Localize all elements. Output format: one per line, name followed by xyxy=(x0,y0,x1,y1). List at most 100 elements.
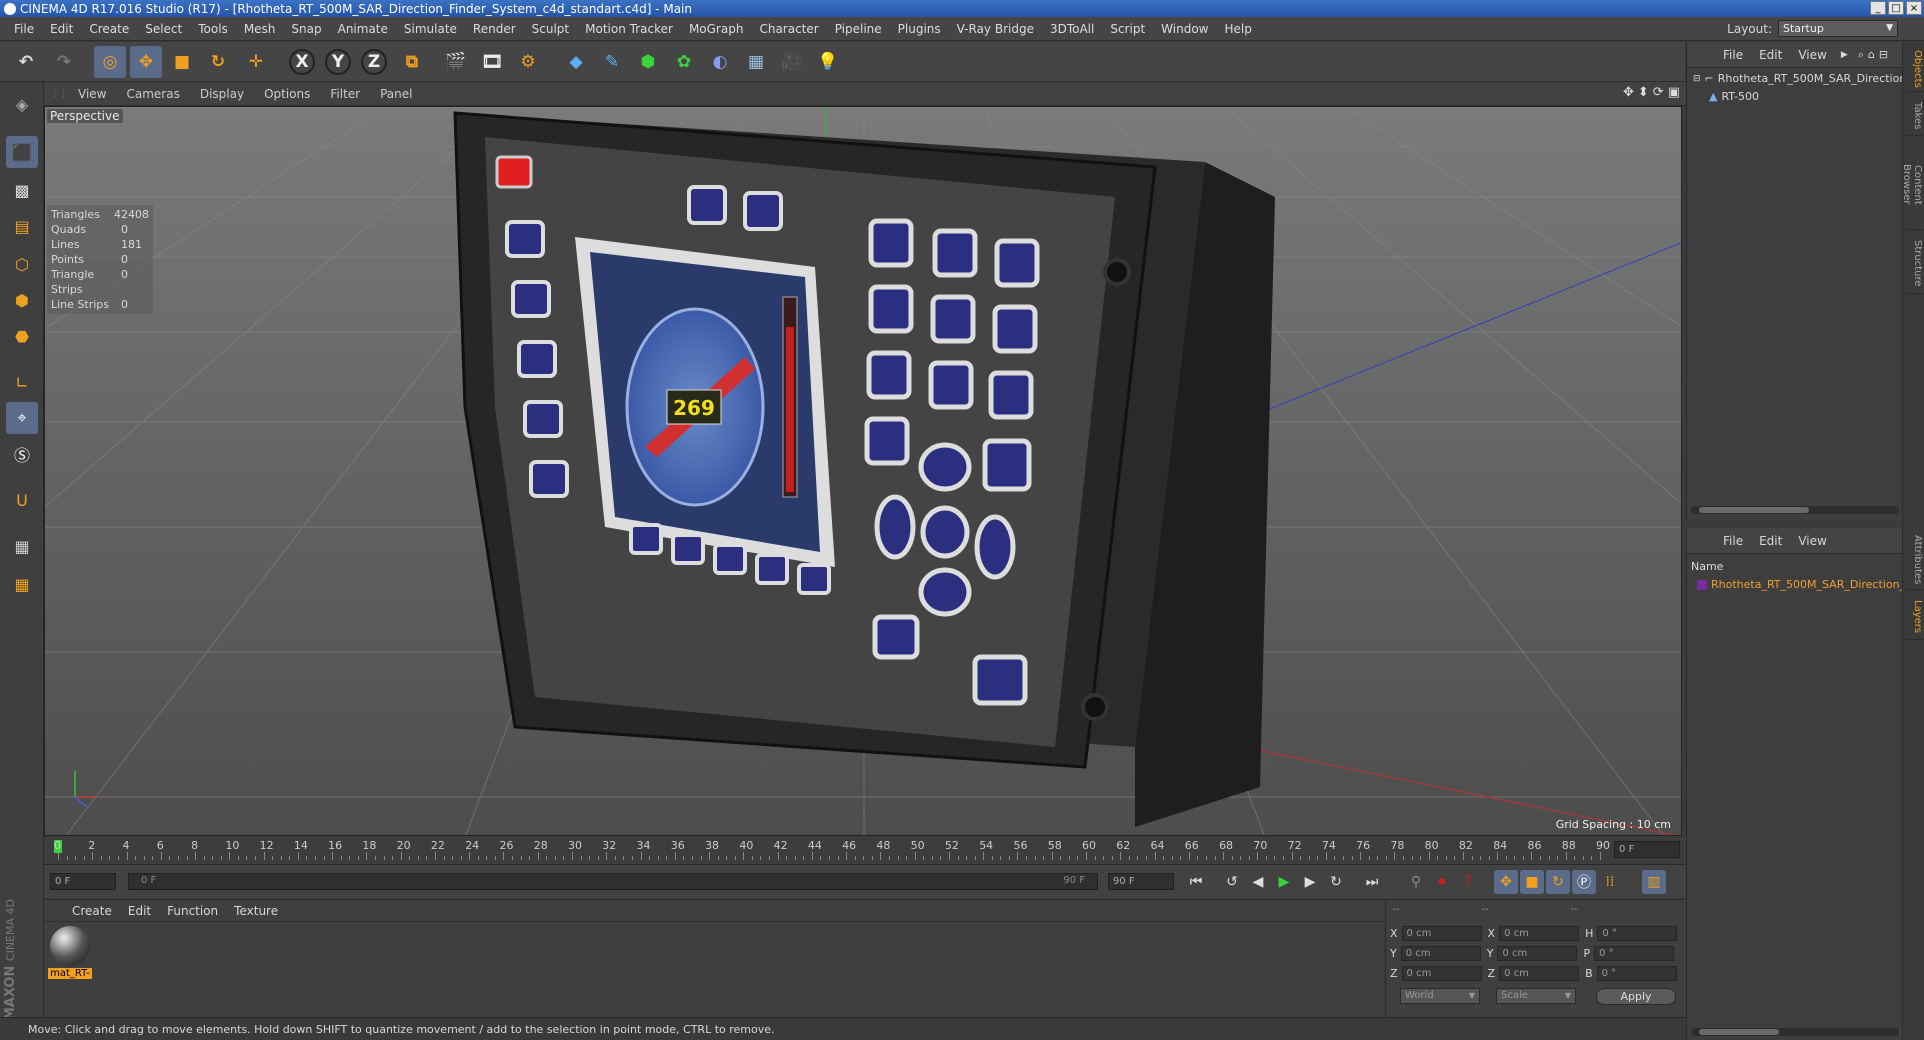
keyframe-selection-icon[interactable]: ⚲ xyxy=(1404,870,1428,894)
menu-3dtoall[interactable]: 3DToAll xyxy=(1042,22,1102,36)
make-editable-icon[interactable]: ◈ xyxy=(6,88,38,120)
apply-button[interactable]: Apply xyxy=(1596,988,1676,1005)
render-picture-viewer-icon[interactable]: 🎞 xyxy=(476,46,508,78)
rotation-p-field[interactable]: 0 ° xyxy=(1594,946,1675,961)
close-button[interactable]: × xyxy=(1906,1,1922,15)
layer-menu-edit[interactable]: Edit xyxy=(1751,534,1790,548)
object-menu-edit[interactable]: Edit xyxy=(1751,48,1790,62)
menu-tools[interactable]: Tools xyxy=(190,22,236,36)
layer-menu-view[interactable]: View xyxy=(1790,534,1834,548)
material-menu-create[interactable]: Create xyxy=(64,904,120,918)
position-y-field[interactable]: 0 cm xyxy=(1400,946,1481,961)
object-menu-view[interactable]: View xyxy=(1790,48,1834,62)
subdivision-icon[interactable]: ⬢ xyxy=(632,46,664,78)
menu-select[interactable]: Select xyxy=(137,22,190,36)
menu-plugins[interactable]: Plugins xyxy=(890,22,949,36)
key-pla-icon[interactable]: ⁞⁞ xyxy=(1598,870,1622,894)
toggle-panel-icon[interactable]: ▣ xyxy=(1668,85,1680,100)
object-tree-item-child[interactable]: ▲ RT-500 xyxy=(1709,90,1759,103)
home-icon[interactable]: ⌂ xyxy=(1868,48,1875,61)
dolly-icon[interactable]: ⬍ xyxy=(1638,85,1649,100)
tab-attributes[interactable]: Attributes xyxy=(1905,530,1923,590)
layout-dropdown[interactable]: Startup ▼ xyxy=(1778,20,1898,37)
pan-icon[interactable]: ✥ xyxy=(1623,85,1634,100)
previous-frame-icon[interactable]: ◀ xyxy=(1246,870,1270,894)
end-frame-field[interactable]: 90 F xyxy=(1108,873,1174,890)
pen-icon[interactable]: ✎ xyxy=(596,46,628,78)
tweak-icon[interactable]: ⌖ xyxy=(6,402,38,434)
timeline-ruler[interactable]: 0 F 0 2 4 6 8 10 12 14 16 18 20 22 24 26 28 30 32 34 36 38 4… xyxy=(44,837,1686,863)
expand-icon[interactable]: ⊟ xyxy=(1693,74,1701,84)
transform-icon[interactable]: ✛ xyxy=(240,46,272,78)
cube-icon[interactable]: ◆ xyxy=(560,46,592,78)
camera-icon[interactable]: 🎥 xyxy=(776,46,808,78)
deformer-icon[interactable]: ◐ xyxy=(704,46,736,78)
arrow-right-icon[interactable]: ▶ xyxy=(1841,50,1848,60)
range-slider[interactable]: 0 F 90 F xyxy=(128,873,1098,890)
filter-icon[interactable]: ⊟ xyxy=(1879,48,1888,61)
size-x-field[interactable]: 0 cm xyxy=(1499,926,1580,941)
render-settings-icon[interactable]: ⚙ xyxy=(512,46,544,78)
viewport-menu-options[interactable]: Options xyxy=(254,87,320,101)
snap-icon[interactable]: Ⓢ xyxy=(6,438,38,470)
tab-structure[interactable]: Structure xyxy=(1905,234,1923,294)
rotation-b-field[interactable]: 0 ° xyxy=(1596,966,1677,981)
tab-takes[interactable]: Takes xyxy=(1905,96,1923,136)
menu-window[interactable]: Window xyxy=(1153,22,1216,36)
edges-mode-icon[interactable]: ⬢ xyxy=(6,284,38,316)
menu-mesh[interactable]: Mesh xyxy=(236,22,284,36)
menu-help[interactable]: Help xyxy=(1216,22,1259,36)
coordinate-space-dropdown[interactable]: World ▼ xyxy=(1400,988,1480,1004)
object-manager-scrollbar[interactable] xyxy=(1691,506,1899,514)
key-scale-icon[interactable]: ■ xyxy=(1520,870,1544,894)
menu-render[interactable]: Render xyxy=(465,22,524,36)
scrollbar-thumb[interactable] xyxy=(1699,507,1809,513)
menu-create[interactable]: Create xyxy=(81,22,137,36)
timeline-window-icon[interactable]: ▥ xyxy=(1642,870,1666,894)
menu-vray-bridge[interactable]: V-Ray Bridge xyxy=(949,22,1042,36)
material-slot[interactable]: mat_RT- xyxy=(48,926,92,982)
maximize-button[interactable]: □ xyxy=(1888,1,1904,15)
viewport-menu-view[interactable]: View xyxy=(68,87,116,101)
points-mode-icon[interactable]: ⬡ xyxy=(6,248,38,280)
layer-manager-scrollbar[interactable] xyxy=(1691,1028,1899,1036)
floor-icon[interactable]: ▦ xyxy=(740,46,772,78)
orbit-icon[interactable]: ⟳ xyxy=(1653,85,1664,100)
search-icon[interactable]: ⌕ xyxy=(1858,48,1864,62)
position-z-field[interactable]: 0 cm xyxy=(1401,966,1482,981)
render-view-icon[interactable]: 🎬 xyxy=(440,46,472,78)
menu-simulate[interactable]: Simulate xyxy=(396,22,465,36)
magnet-icon[interactable]: U xyxy=(6,484,38,516)
menu-animate[interactable]: Animate xyxy=(330,22,396,36)
polygons-mode-icon[interactable]: ⬣ xyxy=(6,320,38,352)
menu-edit[interactable]: Edit xyxy=(42,22,81,36)
key-position-icon[interactable]: ✥ xyxy=(1494,870,1518,894)
move-icon[interactable]: ✥ xyxy=(130,46,162,78)
y-axis-button[interactable]: Y xyxy=(322,46,354,78)
next-key-icon[interactable]: ↻ xyxy=(1324,870,1348,894)
tab-objects[interactable]: Objects xyxy=(1905,46,1923,92)
rotation-h-field[interactable]: 0 ° xyxy=(1597,926,1678,941)
lock-workplane-icon[interactable]: ▦ xyxy=(6,530,38,562)
axis-icon[interactable]: ∟ xyxy=(6,366,38,398)
menu-motion-tracker[interactable]: Motion Tracker xyxy=(577,22,681,36)
viewport-menu-filter[interactable]: Filter xyxy=(320,87,370,101)
live-selection-icon[interactable]: ◎ xyxy=(94,46,126,78)
minimize-button[interactable]: _ xyxy=(1870,1,1886,15)
material-menu-function[interactable]: Function xyxy=(159,904,226,918)
start-frame-field[interactable]: 0 F xyxy=(50,873,116,890)
menu-file[interactable]: File xyxy=(6,22,42,36)
previous-key-icon[interactable]: ↺ xyxy=(1220,870,1244,894)
texture-mode-icon[interactable]: ▩ xyxy=(6,174,38,206)
go-to-start-icon[interactable]: ⏮ xyxy=(1184,870,1208,894)
layer-menu-file[interactable]: File xyxy=(1715,534,1751,548)
material-menu-texture[interactable]: Texture xyxy=(226,904,286,918)
viewport-menu-display[interactable]: Display xyxy=(190,87,254,101)
key-parameter-icon[interactable]: Ⓟ xyxy=(1572,870,1596,894)
viewport-perspective[interactable]: 269 Perspective Triangles 42408 Quads 0 … xyxy=(44,106,1682,836)
position-x-field[interactable]: 0 cm xyxy=(1401,926,1482,941)
tab-layers[interactable]: Layers xyxy=(1905,594,1923,640)
light-icon[interactable]: 💡 xyxy=(812,46,844,78)
model-mode-icon[interactable]: ⬛ xyxy=(6,136,38,168)
size-y-field[interactable]: 0 cm xyxy=(1497,946,1578,961)
